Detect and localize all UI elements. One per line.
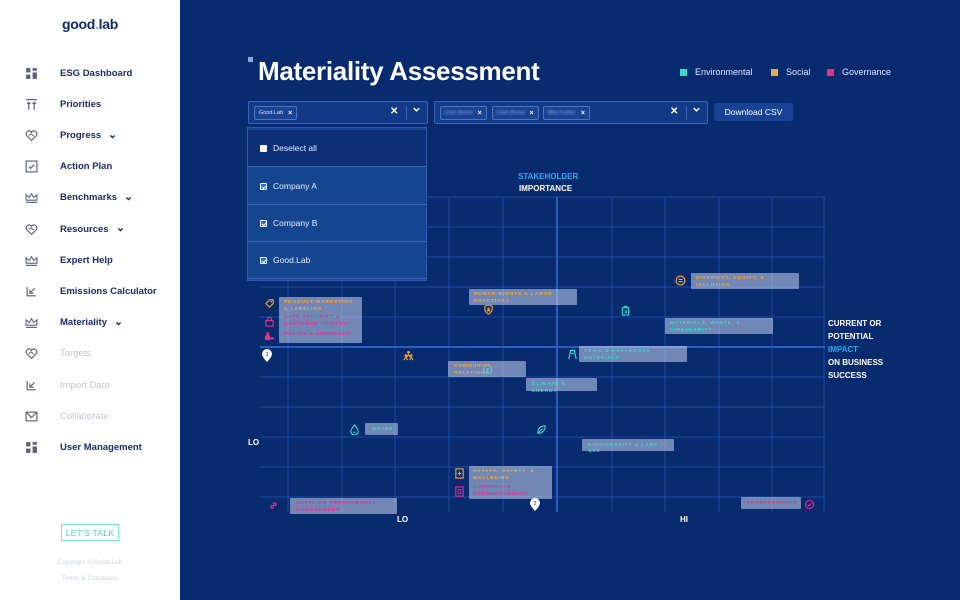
dropdown-option-company-a[interactable]: Company A [248, 168, 426, 205]
health-kit-icon [454, 468, 465, 479]
matrix-item-label: Health, Safety, & Wellbeing [473, 469, 535, 481]
checkbox[interactable] [260, 219, 267, 227]
matrix-item[interactable]: Human Rights & Labor Practices [469, 289, 577, 305]
matrix-item[interactable]: Materials, Waste, & Circularity [665, 318, 773, 334]
transparency-gauge-icon [804, 499, 815, 510]
x-axis-title-line2: POTENTIAL [828, 332, 874, 341]
community-circle-icon [482, 364, 493, 375]
dropdown-option-company-b[interactable]: Company B [248, 205, 426, 242]
matrix-item-group[interactable]: Product Marketing & Labeling Data Securi… [279, 297, 362, 343]
option-label: Company A [273, 181, 317, 191]
location-pin-icon[interactable]: 3 [262, 349, 272, 362]
checkbox[interactable] [260, 144, 267, 152]
matrix-item-label: Policy & Advocacy [284, 332, 351, 337]
matrix-item[interactable]: Biodiversity & Land Use [582, 439, 674, 454]
advocacy-icon [264, 331, 275, 342]
y-axis-title-line1: STAKEHOLDER [518, 172, 579, 181]
x-axis-title-line4: ON BUSINESS [828, 358, 884, 367]
lock-icon [264, 316, 275, 327]
dropdown-option-goodlab[interactable]: Good.Lab [248, 242, 426, 279]
matrix-item-label: Data Security & Customer Privacy [284, 315, 349, 327]
chain-link-icon [268, 500, 279, 511]
recycle-bin-icon [620, 305, 631, 316]
x-axis-hi-label: HI [680, 515, 688, 524]
x-axis-lo-label: LO [397, 515, 409, 524]
company-dropdown-menu: Deselect all Company A Company B Good.La… [247, 127, 427, 281]
dropdown-option-deselect-all[interactable]: Deselect all [248, 130, 426, 167]
human-rights-shield-icon [483, 304, 494, 315]
matrix-item-group[interactable]: Health, Safety, & Wellbeing Corporate Ac… [469, 466, 552, 499]
location-pin-icon[interactable]: 2 [530, 498, 540, 511]
matrix-item[interactable]: Water [365, 423, 398, 435]
water-drop-icon [349, 424, 360, 435]
matrix-item[interactable]: Toxic & Hazardous Materials [579, 346, 687, 362]
pin-count: 3 [266, 352, 269, 358]
checkbox[interactable] [260, 182, 267, 190]
x-axis-title-line5: SUCCESS [828, 371, 867, 380]
accountability-building-icon [454, 486, 465, 497]
matrix-item[interactable]: Supplier Performance Management [290, 498, 397, 514]
pin-count: 2 [534, 501, 537, 507]
y-axis-lo-label: LO [248, 438, 260, 447]
equality-icon [675, 275, 686, 286]
checkbox[interactable] [260, 256, 267, 264]
option-label: Deselect all [273, 143, 317, 153]
x-axis-title-line3: IMPACT [828, 345, 859, 354]
matrix-item[interactable]: Diversity, Equity, & Inclusion [691, 273, 799, 289]
leaf-icon [536, 424, 547, 435]
hazard-flask-icon [567, 349, 578, 360]
x-axis-title: CURRENT OR POTENTIAL IMPACT ON BUSINESS … [828, 317, 883, 382]
option-label: Good.Lab [273, 255, 311, 265]
matrix-item-label: Corporate Accountability [473, 485, 528, 497]
matrix-item-label: Product Marketing & Labeling [284, 300, 354, 312]
matrix-item[interactable]: Climate & Energy [526, 378, 597, 394]
option-label: Company B [273, 218, 318, 228]
matrix-item[interactable]: Transparency [741, 497, 801, 509]
x-axis-title-line1: CURRENT OR [828, 319, 882, 328]
community-people-icon [403, 350, 414, 361]
tag-icon [264, 298, 275, 309]
y-axis-title-line2: IMPORTANCE [519, 184, 573, 193]
